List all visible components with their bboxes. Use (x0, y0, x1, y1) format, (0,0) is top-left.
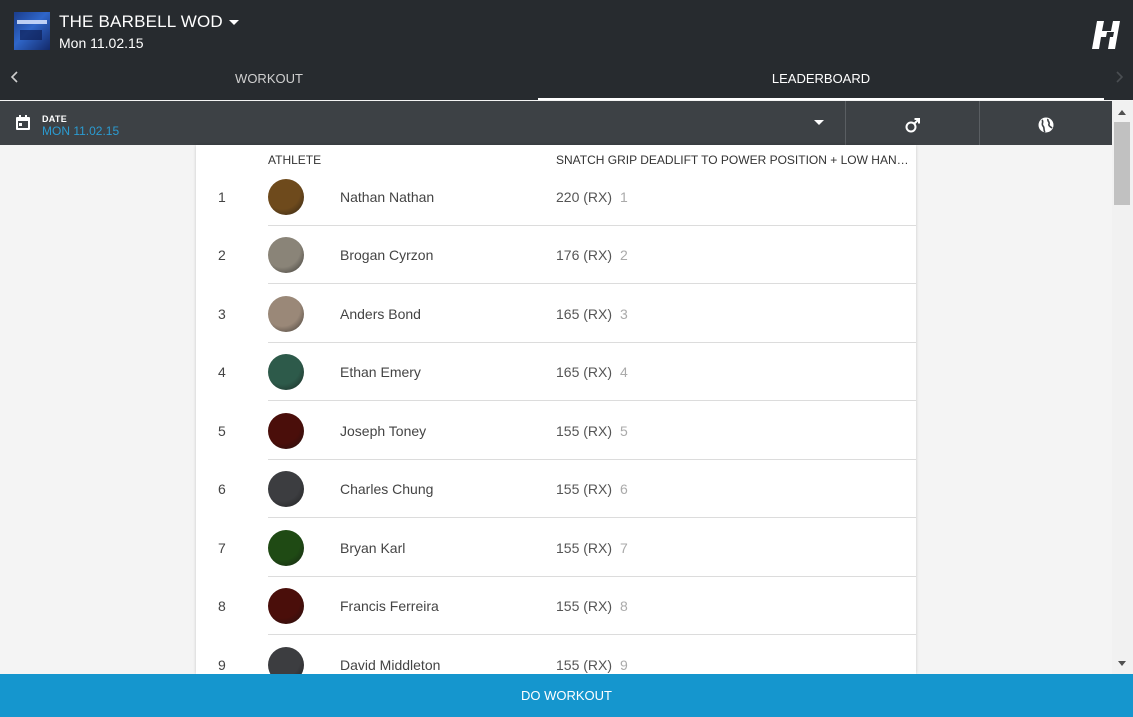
avatar[interactable] (268, 179, 304, 215)
row-separator (268, 400, 916, 401)
score: 165 (RX) (556, 306, 613, 322)
scroll-down-arrow-icon[interactable] (1117, 660, 1127, 668)
athlete-name[interactable]: Francis Ferreira (340, 577, 439, 635)
score: 155 (RX) (556, 423, 613, 439)
score: 165 (RX) (556, 364, 613, 380)
score-rank: 7 (620, 540, 628, 556)
athlete-name[interactable]: David Middleton (340, 636, 440, 674)
global-filter-button[interactable] (980, 101, 1112, 145)
score: 155 (RX) (556, 481, 613, 497)
active-tab-indicator (538, 98, 1104, 100)
avatar[interactable] (268, 413, 304, 449)
athlete-name[interactable]: Brogan Cyrzon (340, 226, 433, 284)
row-rank: 2 (218, 247, 226, 263)
caret-down-icon[interactable] (227, 15, 241, 29)
row-rank: 6 (218, 481, 226, 497)
avatar[interactable] (268, 296, 304, 332)
score-rank: 4 (620, 364, 628, 380)
table-row[interactable]: 6 Charles Chung 155 (RX) 6 (196, 460, 916, 518)
score-rank: 2 (620, 247, 628, 263)
score-rank: 6 (620, 481, 628, 497)
athlete-name[interactable]: Charles Chung (340, 460, 433, 518)
score: 220 (RX) (556, 189, 613, 205)
globe-icon (1038, 117, 1054, 133)
row-rank: 3 (218, 306, 226, 322)
avatar[interactable] (268, 471, 304, 507)
gym-name[interactable]: THE BARBELL WOD (59, 12, 223, 32)
table-row[interactable]: 7 Bryan Karl 155 (RX) 7 (196, 519, 916, 577)
caret-down-icon[interactable] (812, 115, 826, 129)
score: 155 (RX) (556, 657, 613, 673)
row-rank: 4 (218, 364, 226, 380)
avatar[interactable] (268, 237, 304, 273)
avatar[interactable] (268, 647, 304, 674)
filter-bar: DATE MON 11.02.15 (0, 101, 1112, 145)
table-row[interactable]: 4 Ethan Emery 165 (RX) 4 (196, 343, 916, 401)
athlete-name[interactable]: Bryan Karl (340, 519, 405, 577)
column-header-athlete[interactable]: ATHLETE (268, 153, 321, 167)
scroll-up-arrow-icon[interactable] (1117, 108, 1127, 116)
brand-h-icon[interactable] (1091, 18, 1125, 52)
score-rank: 5 (620, 423, 628, 439)
avatar[interactable] (268, 588, 304, 624)
row-separator (268, 283, 916, 284)
column-header-workout[interactable]: SNATCH GRIP DEADLIFT TO POWER POSITION +… (556, 153, 916, 167)
do-workout-button[interactable]: DO WORKOUT (0, 674, 1133, 717)
tab-workout[interactable]: WORKOUT (0, 60, 538, 100)
tab-leaderboard[interactable]: LEADERBOARD (538, 60, 1104, 100)
table-row[interactable]: 9 David Middleton 155 (RX) 9 (196, 636, 916, 674)
app-header: THE BARBELL WOD Mon 11.02.15 WORKOUT LEA… (0, 0, 1133, 100)
score: 176 (RX) (556, 247, 613, 263)
table-row[interactable]: 2 Brogan Cyrzon 176 (RX) 2 (196, 226, 916, 284)
athlete-name[interactable]: Joseph Toney (340, 402, 426, 460)
gym-date: Mon 11.02.15 (59, 35, 144, 51)
athlete-name[interactable]: Ethan Emery (340, 343, 421, 401)
chevron-right-icon[interactable] (1112, 70, 1126, 84)
row-rank: 9 (218, 657, 226, 673)
row-rank: 1 (218, 189, 226, 205)
athlete-name[interactable]: Nathan Nathan (340, 168, 434, 226)
date-value[interactable]: MON 11.02.15 (42, 124, 119, 138)
scrollbar-thumb[interactable] (1114, 122, 1130, 205)
leaderboard-table: ATHLETE SNATCH GRIP DEADLIFT TO POWER PO… (196, 145, 916, 674)
male-symbol-icon (905, 118, 920, 133)
score: 155 (RX) (556, 598, 613, 614)
row-rank: 5 (218, 423, 226, 439)
calendar-icon (16, 115, 30, 130)
score-rank: 8 (620, 598, 628, 614)
gym-logo (14, 12, 50, 50)
logo-shape (20, 30, 42, 40)
row-separator (268, 634, 916, 635)
athlete-name[interactable]: Anders Bond (340, 285, 421, 343)
logo-stripe (17, 20, 47, 24)
table-row[interactable]: 3 Anders Bond 165 (RX) 3 (196, 285, 916, 343)
score-rank: 1 (620, 189, 628, 205)
date-label: DATE (42, 114, 68, 124)
row-separator (268, 517, 916, 518)
table-row[interactable]: 1 Nathan Nathan 220 (RX) 1 (196, 168, 916, 226)
row-rank: 7 (218, 540, 226, 556)
avatar[interactable] (268, 354, 304, 390)
score: 155 (RX) (556, 540, 613, 556)
score-rank: 3 (620, 306, 628, 322)
gender-filter-button[interactable] (846, 101, 979, 145)
row-rank: 8 (218, 598, 226, 614)
avatar[interactable] (268, 530, 304, 566)
table-row[interactable]: 5 Joseph Toney 155 (RX) 5 (196, 402, 916, 460)
table-row[interactable]: 8 Francis Ferreira 155 (RX) 8 (196, 577, 916, 635)
score-rank: 9 (620, 657, 628, 673)
